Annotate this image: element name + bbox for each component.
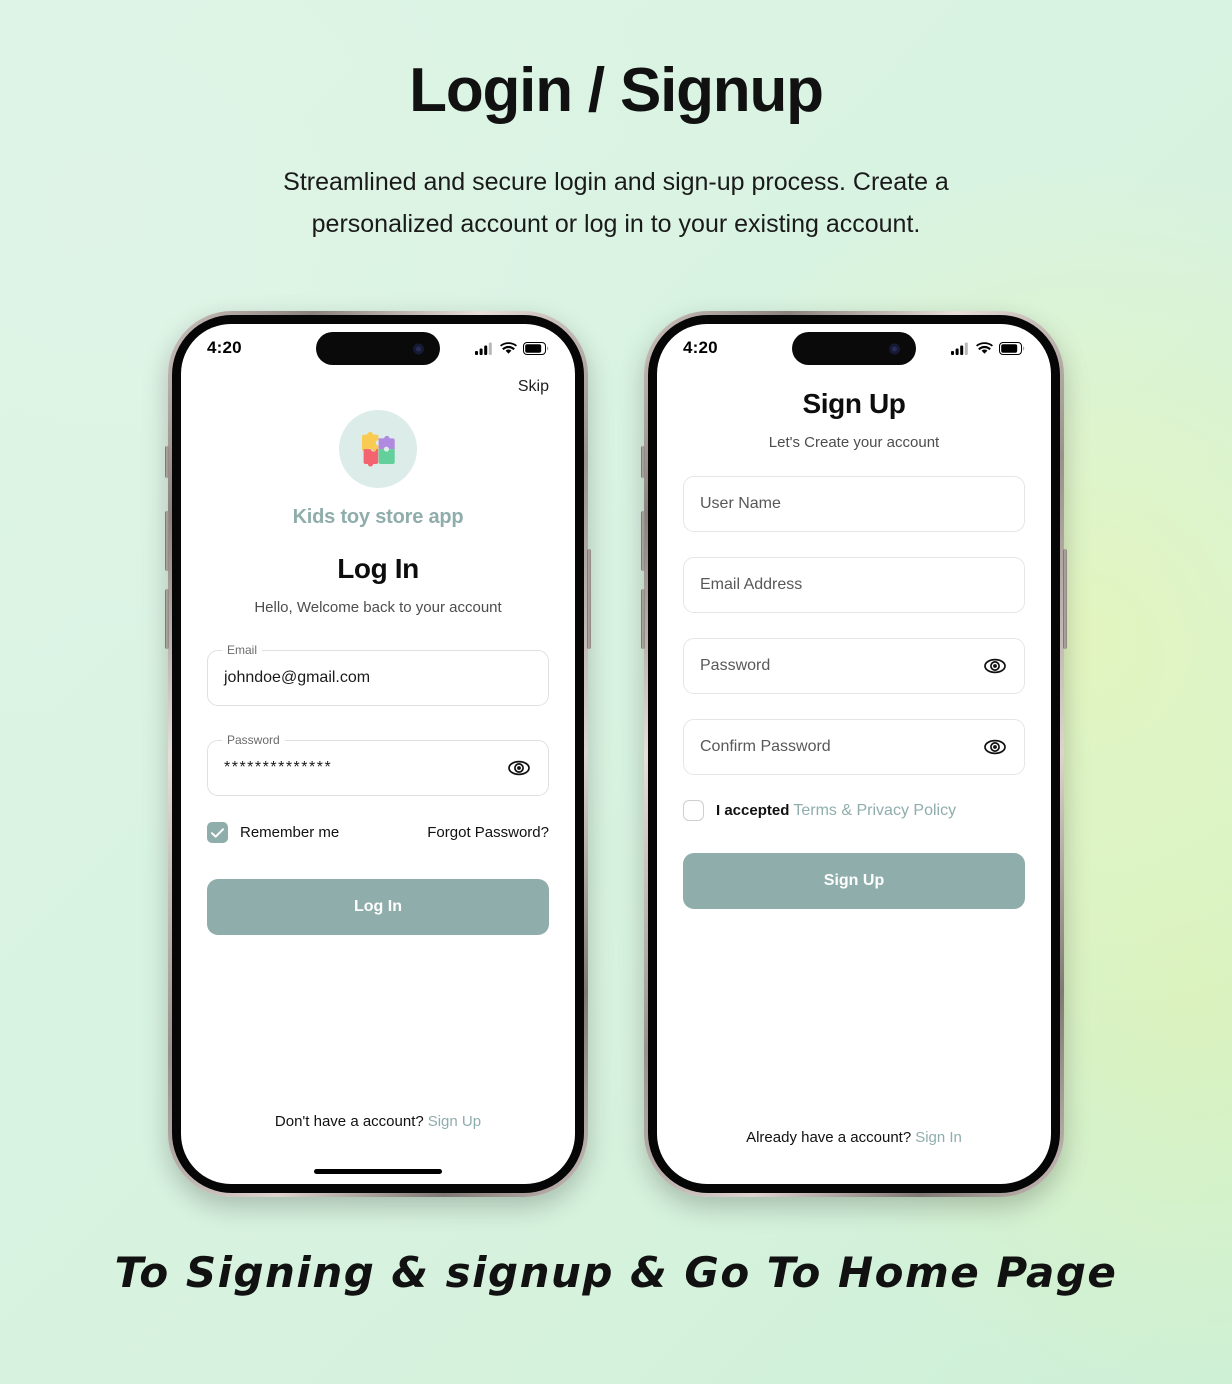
login-screen: 4:20 Skip Kids toy store app Log In Hell… [181, 324, 575, 1184]
username-field-placeholder: User Name [700, 495, 781, 512]
email-field-placeholder: Email Address [700, 576, 803, 593]
volume-up-button[interactable] [641, 511, 645, 571]
volume-up-button[interactable] [165, 511, 169, 571]
accept-terms-checkbox[interactable] [683, 800, 704, 821]
front-camera-icon [413, 343, 424, 354]
login-subtitle: Hello, Welcome back to your account [254, 599, 502, 616]
eye-icon [508, 760, 530, 776]
signup-subtitle: Let's Create your account [768, 434, 940, 451]
status-time: 4:20 [207, 338, 242, 357]
page-title: Login / Signup [409, 56, 824, 125]
cellular-signal-icon [951, 342, 968, 355]
login-submit-button[interactable]: Log In [207, 879, 549, 935]
page-subtitle: Streamlined and secure login and sign-up… [283, 168, 949, 239]
signup-submit-button[interactable]: Sign Up [683, 853, 1025, 909]
phone-mockups-row: 4:20 Skip Kids toy store app Log In Hell… [0, 311, 1232, 1197]
wifi-icon [976, 341, 993, 354]
status-icons [951, 341, 1025, 355]
silent-switch-button[interactable] [165, 446, 169, 478]
signup-bottom-prompt: Already have a account? [746, 1129, 912, 1146]
brand-name: Kids toy store app [292, 506, 464, 528]
signup-screen-body: Sign Up Let's Create your account User N… [657, 388, 1051, 1184]
power-button[interactable] [1063, 549, 1067, 649]
password-field[interactable]: Password ************** [207, 733, 549, 796]
home-indicator[interactable] [314, 1169, 442, 1174]
cellular-signal-icon [475, 342, 492, 355]
login-bottom-prompt: Don't have a account? [274, 1113, 424, 1130]
eye-icon [984, 739, 1006, 755]
password-field-placeholder: Password [700, 657, 771, 674]
dynamic-island [792, 332, 916, 365]
power-button[interactable] [587, 549, 591, 649]
email-field-label: Email [222, 643, 263, 657]
status-icons [475, 341, 549, 355]
volume-down-button[interactable] [165, 589, 169, 649]
silent-switch-button[interactable] [641, 446, 645, 478]
dynamic-island [316, 332, 440, 365]
remember-me-checkbox[interactable] [207, 822, 228, 843]
logo-wrap [207, 410, 549, 488]
page-header: Login / Signup Streamlined and secure lo… [0, 0, 1232, 245]
confirm-password-field[interactable]: Confirm Password [683, 719, 1025, 775]
terms-privacy-policy-link[interactable]: Terms & Privacy Policy [793, 802, 956, 820]
signup-title: Sign Up [802, 388, 906, 419]
confirm-password-field-placeholder: Confirm Password [700, 738, 831, 755]
skip-button[interactable]: Skip [518, 378, 549, 395]
front-camera-icon [889, 343, 900, 354]
signup-screen: 4:20 Sign Up Let's Create your account U… [657, 324, 1051, 1184]
volume-down-button[interactable] [641, 589, 645, 649]
status-bar: 4:20 [657, 324, 1051, 372]
eye-icon [984, 658, 1006, 674]
email-field-value: johndoe@gmail.com [224, 669, 371, 686]
signup-bottom-cta: Already have a account? Sign In [657, 1129, 1051, 1146]
puzzle-pieces-logo-icon [362, 432, 395, 467]
battery-icon [999, 341, 1025, 355]
toggle-password-visibility-button[interactable] [982, 653, 1008, 679]
signup-link[interactable]: Sign Up [428, 1113, 481, 1130]
app-logo [339, 410, 417, 488]
login-screen-body: Skip Kids toy store app Log In Hello, We… [181, 372, 575, 1184]
phone-mockup-signup: 4:20 Sign Up Let's Create your account U… [641, 311, 1067, 1197]
email-field[interactable]: Email Address [683, 557, 1025, 613]
remember-row: Remember me Forgot Password? [207, 822, 549, 843]
forgot-password-link[interactable]: Forgot Password? [427, 824, 549, 841]
password-field-value: ************** [224, 759, 333, 776]
login-bottom-cta: Don't have a account? Sign Up [181, 1113, 575, 1130]
remember-me-label: Remember me [240, 824, 340, 841]
signin-link[interactable]: Sign In [915, 1129, 962, 1146]
email-field[interactable]: Email johndoe@gmail.com [207, 643, 549, 706]
username-field[interactable]: User Name [683, 476, 1025, 532]
status-bar: 4:20 [181, 324, 575, 372]
phone-mockup-login: 4:20 Skip Kids toy store app Log In Hell… [165, 311, 591, 1197]
footer-caption: To Signing & signup & Go To Home Page [114, 1248, 1118, 1297]
toggle-confirm-password-visibility-button[interactable] [982, 734, 1008, 760]
toggle-password-visibility-button[interactable] [506, 755, 532, 781]
check-icon [211, 827, 224, 838]
wifi-icon [500, 341, 517, 354]
password-field[interactable]: Password [683, 638, 1025, 694]
terms-row: I accepted Terms & Privacy Policy [683, 800, 1025, 821]
battery-icon [523, 341, 549, 355]
status-time: 4:20 [683, 338, 718, 357]
password-field-label: Password [222, 733, 285, 747]
skip-row: Skip [207, 372, 549, 396]
terms-prefix-label: I accepted [716, 802, 790, 819]
login-title: Log In [337, 553, 419, 584]
